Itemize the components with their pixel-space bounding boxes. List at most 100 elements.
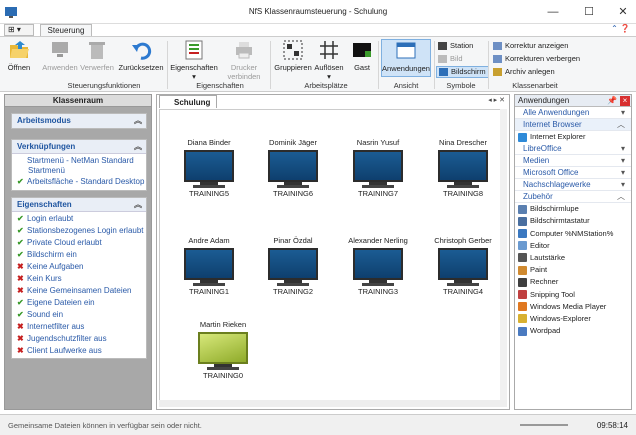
close-button[interactable]: ✕	[612, 3, 634, 21]
symbol-station[interactable]: Station	[438, 41, 473, 51]
horizontal-scrollbar[interactable]	[159, 400, 507, 407]
link-item[interactable]: ✔ Arbeitsfläche - Standard Desktop	[12, 176, 146, 188]
cross-icon: ✖	[17, 346, 24, 355]
applications-button[interactable]: Anwendungen	[381, 39, 431, 77]
monitor-base	[207, 367, 239, 370]
quick-access-menu[interactable]: ⊞ ▾	[4, 24, 34, 36]
station-training5[interactable]: Diana Binder TRAINING5	[174, 138, 244, 198]
station-training8[interactable]: Nina Drescher TRAINING8	[428, 138, 498, 198]
classroom-view: Schulung ◂ ▸ ✕ Diana Binder TRAINING5 Domi…	[156, 94, 510, 410]
vertical-scrollbar[interactable]	[500, 109, 507, 401]
category-all[interactable]: Alle Anwendungen ▾	[515, 107, 631, 119]
property-item[interactable]: ✔ Eigene Dateien ein	[12, 297, 146, 309]
app-item[interactable]: Lautstärke	[515, 252, 631, 264]
mode-header[interactable]: Arbeitsmodus ︽	[12, 114, 146, 128]
ie-icon	[518, 132, 527, 142]
property-item[interactable]: ✖ Jugendschutzfilter aus	[12, 333, 146, 345]
category-browser[interactable]: Internet Browser ︿	[515, 119, 631, 131]
station-training7[interactable]: Nasrin Yusuf TRAINING7	[343, 138, 413, 198]
create-archive-button[interactable]: Archiv anlegen	[493, 67, 555, 77]
reset-button[interactable]: Zurücksetzen	[118, 39, 164, 72]
monitor-base	[447, 185, 479, 188]
mode-panel[interactable]: Arbeitsmodus ︽	[11, 113, 147, 129]
doc-tab-controls[interactable]: ◂ ▸ ✕	[488, 96, 505, 104]
category-item[interactable]: Zubehör ︿	[515, 191, 631, 204]
stations-canvas[interactable]: Diana Binder TRAINING5 Dominik Jäger TRAINI…	[159, 109, 507, 401]
hide-corrections-button[interactable]: Korrekturen verbergen	[493, 54, 580, 64]
symbol-screen[interactable]: Bildschirm	[436, 66, 489, 78]
station-name: TRAINING1	[188, 287, 229, 296]
properties-header[interactable]: Eigenschaften ︽	[12, 198, 146, 212]
link-item[interactable]: ✔Startmenü - NetMan Standard Startmenü	[12, 156, 146, 176]
chevron-down-icon: ▾	[620, 156, 625, 166]
ungroup-button[interactable]: Auflösen ▾	[312, 39, 346, 81]
category-item[interactable]: Medien ▾	[515, 155, 631, 168]
separator	[167, 41, 168, 89]
category-item[interactable]: Nachschlagewerke ▾	[515, 179, 631, 192]
ribbon: Öffnen Anwenden Verwerfen Zurücksetzen S…	[0, 36, 636, 92]
zoom-slider[interactable]	[520, 424, 568, 426]
status-message: Gemeinsame Dateien können in verfügbar s…	[8, 421, 202, 430]
ribbon-controls[interactable]: ⌃ ❓	[611, 24, 630, 33]
monitor-icon	[198, 332, 248, 364]
app-item[interactable]: Wordpad	[515, 325, 631, 337]
app-item[interactable]: Paint	[515, 264, 631, 276]
group-label-eigenschaften: Eigenschaften	[196, 81, 244, 90]
app-item[interactable]: Editor	[515, 240, 631, 252]
app-item[interactable]: Computer %NMStation%	[515, 228, 631, 240]
property-item[interactable]: ✖ Keine Gemeinsamen Dateien	[12, 285, 146, 297]
app-item[interactable]: Windows-Explorer	[515, 313, 631, 325]
collapse-icon[interactable]: ︽	[134, 198, 142, 212]
doc-tab-schulung[interactable]: Schulung	[159, 95, 218, 108]
maximize-button[interactable]: ☐	[578, 3, 600, 21]
app-internet-explorer[interactable]: Internet Explorer	[515, 131, 631, 143]
links-header[interactable]: Verknüpfungen ︽	[12, 140, 146, 154]
app-item[interactable]: Bildschirmlupe	[515, 203, 631, 215]
station-training3[interactable]: Alexander Nerling TRAINING3	[343, 236, 413, 296]
category-item[interactable]: Microsoft Office ▾	[515, 167, 631, 180]
properties-button[interactable]: Eigenschaften ▾	[170, 39, 218, 81]
property-item[interactable]: ✔ Bildschirm ein	[12, 249, 146, 261]
property-item[interactable]: ✔ Private Cloud erlaubt	[12, 237, 146, 249]
app-icon	[518, 314, 527, 324]
monitor-icon	[268, 248, 318, 280]
station-training4[interactable]: Christoph Gerber TRAINING4	[428, 236, 498, 296]
discard-button[interactable]: Verwerfen	[80, 39, 114, 72]
property-item[interactable]: ✖ Kein Kurs	[12, 273, 146, 285]
apply-button[interactable]: Anwenden	[42, 39, 78, 72]
ungroup-icon	[318, 39, 340, 61]
property-item[interactable]: ✔ Sound ein	[12, 309, 146, 321]
chevron-up-icon: ︿	[617, 120, 625, 129]
app-item[interactable]: Bildschirmtastatur	[515, 215, 631, 227]
minimize-button[interactable]: —	[542, 3, 564, 21]
property-item[interactable]: ✔ Login erlaubt	[12, 213, 146, 225]
close-panel-icon[interactable]: ×	[620, 96, 630, 106]
guest-button[interactable]: Gast	[350, 39, 374, 72]
category-item[interactable]: LibreOffice ▾	[515, 143, 631, 156]
property-item[interactable]: ✖ Keine Aufgaben	[12, 261, 146, 273]
station-training0[interactable]: Martin Rieken TRAINING0	[188, 320, 258, 380]
station-training1[interactable]: Andre Adam TRAINING1	[174, 236, 244, 296]
monitor-base	[362, 283, 394, 286]
app-icon	[518, 277, 527, 287]
symbol-image[interactable]: Bild	[438, 54, 463, 64]
collapse-icon[interactable]: ︽	[134, 114, 142, 128]
station-training2[interactable]: Pinar Özdal TRAINING2	[258, 236, 328, 296]
pin-icon[interactable]: 📌	[607, 95, 617, 107]
open-button[interactable]: Öffnen	[6, 39, 32, 72]
property-item[interactable]: ✔ Stationsbezogenes Login erlaubt	[12, 225, 146, 237]
show-correction-button[interactable]: Korrektur anzeigen	[493, 41, 568, 51]
property-item[interactable]: ✖ Client Laufwerke aus	[12, 345, 146, 357]
station-training6[interactable]: Dominik Jäger TRAINING6	[258, 138, 328, 198]
check-icon: ✔	[17, 238, 24, 247]
app-icon	[518, 326, 527, 336]
app-item[interactable]: Snipping Tool	[515, 289, 631, 301]
app-item[interactable]: Windows Media Player	[515, 301, 631, 313]
monitor-icon	[353, 150, 403, 182]
property-item[interactable]: ✖ Internetfilter aus	[12, 321, 146, 333]
app-item[interactable]: Rechner	[515, 276, 631, 288]
group-stations-button[interactable]: Gruppieren	[274, 39, 312, 72]
collapse-icon[interactable]: ︽	[134, 140, 142, 154]
chevron-down-icon: ▾	[620, 168, 625, 178]
connect-printer-button[interactable]: Drucker verbinden	[222, 39, 266, 81]
